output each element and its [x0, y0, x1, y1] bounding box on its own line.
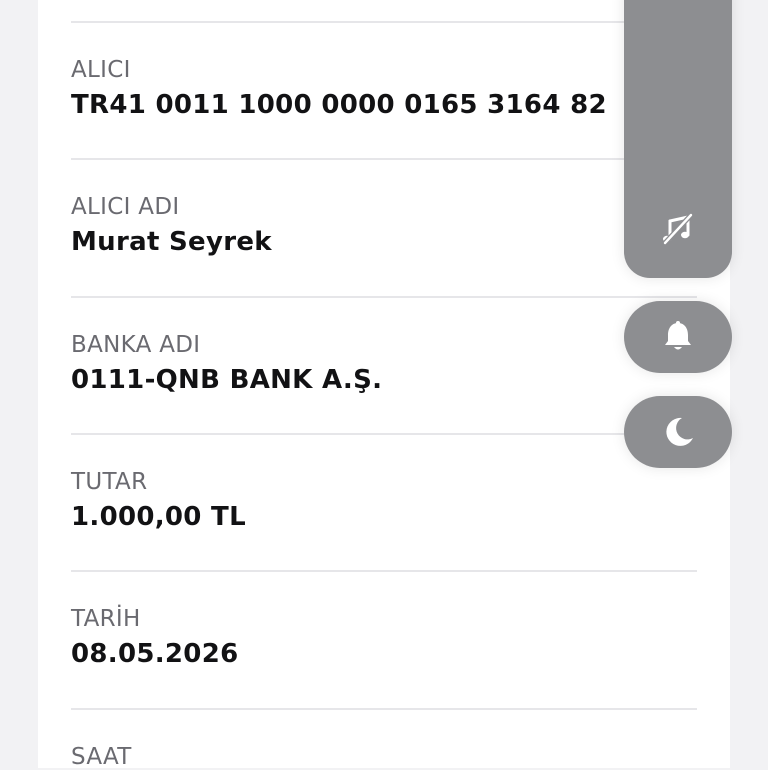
field-recipient-name: ALICI ADI Murat Seyrek	[71, 158, 697, 257]
field-bank-name: BANKA ADI 0111-QNB BANK A.Ş.	[71, 296, 697, 395]
moon-icon	[666, 417, 693, 446]
bank-name: 0111-QNB BANK A.Ş.	[71, 365, 383, 395]
field-amount: TUTAR 1.000,00 TL	[71, 433, 697, 532]
recipient-name: Murat Seyrek	[71, 227, 272, 257]
recipient-iban: TR41 0011 1000 0000 0165 3164 82	[71, 90, 607, 120]
field-label: SAAT	[71, 744, 132, 770]
field-date: TARİH 08.05.2026	[71, 570, 697, 669]
date: 08.05.2026	[71, 639, 239, 669]
field-label: TUTAR	[71, 469, 148, 495]
amount: 1.000,00 TL	[71, 502, 246, 532]
volume-slider[interactable]	[624, 0, 732, 278]
field-label: TARİH	[71, 606, 141, 632]
field-label: ALICI ADI	[71, 194, 180, 220]
field-label: ALICI	[71, 57, 131, 83]
field-recipient: ALICI TR41 0011 1000 0000 0165 3164 82	[71, 21, 697, 120]
field-label: BANKA ADI	[71, 332, 201, 358]
control-overlay	[608, 0, 768, 768]
ring-toggle[interactable]	[624, 301, 732, 373]
focus-toggle[interactable]	[624, 396, 732, 468]
field-time: SAAT	[71, 708, 697, 770]
music-note-off-icon	[663, 213, 693, 245]
bell-icon	[665, 321, 691, 350]
